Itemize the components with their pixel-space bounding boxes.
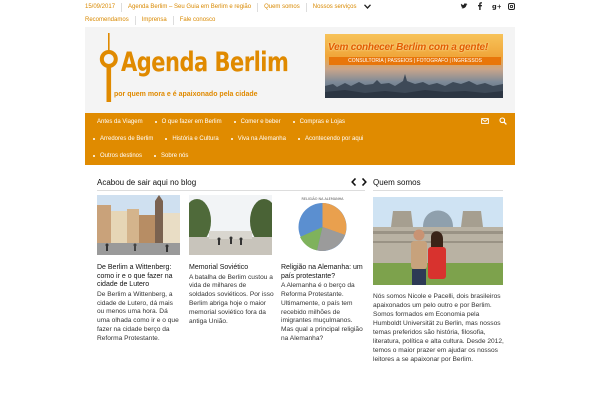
nav-item-label: Antes da Viagem [97,118,143,125]
nav-item-comer-e-beber[interactable]: Comer e beber [226,119,285,125]
social-links: g+ [460,2,515,11]
banner-services: CONSULTORIA | PASSEIOS | FOTOGRAFO | ING… [329,57,501,65]
divider [97,190,365,191]
google-plus-icon[interactable]: g+ [492,2,502,11]
post-title[interactable]: Memorial Soviético [189,264,274,273]
post-excerpt: A batalha de Berlim custou a vida de mil… [189,273,274,325]
chevron-left-icon[interactable] [351,177,357,187]
blog-post-card: De Berlim a Wittenberg: como ir e o que … [97,195,182,344]
site-logo[interactable]: Agenda Berlim por quem mora e é apaixona… [97,33,289,107]
nav-item-acontecendo[interactable]: Acontecendo por aqui [290,136,367,142]
nav-item-compras[interactable]: Compras e Lojas [285,119,349,125]
about-us-text: Nós somos Nicole e Pacelli, dois brasile… [373,293,504,363]
mail-icon[interactable] [481,117,489,125]
blog-post-card: RELIGIÃO NA ALEMANHA Religião na Alemanh… [281,195,366,344]
about-us-photo [373,197,503,285]
post-title[interactable]: De Berlim a Wittenberg: como ir e o que … [97,264,182,290]
top-menu-imprensa[interactable]: Imprensa [142,17,173,23]
chevron-right-icon[interactable] [361,177,367,187]
post-thumbnail[interactable]: RELIGIÃO NA ALEMANHA [281,195,364,255]
divider [121,2,123,12]
nav-item-viva-na-alemanha[interactable]: Viva na Alemanha [223,136,290,142]
services-banner[interactable]: Vem conhecer Berlim com a gente! CONSULT… [325,34,503,98]
nav-item-label: Compras e Lojas [299,118,346,125]
top-menu-nossos-servicos[interactable]: Nossos serviços [313,4,363,10]
search-icon[interactable] [499,117,507,125]
sidebar-title: Quem somos [373,178,421,187]
post-excerpt: De Berlim a Wittenberg, a cidade de Lute… [97,290,179,342]
instagram-icon[interactable] [508,2,515,10]
divider [373,190,503,191]
logo-tagline: por quem mora e é apaixonado pela cidade [114,91,258,98]
nav-item-label: Arredores de Berlim [100,135,154,142]
nav-item-sobre-nos[interactable]: Sobre nós [146,153,192,159]
post-excerpt: A Alemanha é o berço da Reforma Protesta… [281,282,363,342]
post-thumbnail[interactable] [189,195,272,255]
post-title[interactable]: Religião na Alemanha: um país protestant… [281,264,366,281]
divider [305,2,307,12]
post-thumbnail[interactable] [97,195,180,255]
nav-item-label: Comer e beber [240,118,281,125]
nav-item-historia[interactable]: História e Cultura [157,136,222,142]
top-bar: 15/09/2017 Agenda Berlim – Seu Guia em B… [85,0,515,27]
date-label: 15/09/2017 [85,4,116,10]
nav-item-label: História e Cultura [172,135,219,142]
chevron-down-icon[interactable] [364,3,372,11]
nav-item-label: Outros destinos [100,152,143,159]
top-menu-quem-somos[interactable]: Quem somos [264,4,306,10]
nav-item-label: Acontecendo por aqui [304,135,364,142]
nav-item-arredores[interactable]: Arredores de Berlim [85,136,157,142]
svg-text:g+: g+ [492,3,501,11]
top-menu-recomendamos[interactable]: Recomendamos [85,17,135,23]
main-nav: Antes da Viagem O que fazer em Berlim Co… [85,113,515,165]
twitter-icon[interactable] [460,2,468,10]
thumbnail-chart-caption: RELIGIÃO NA ALEMANHA [302,196,345,201]
section-title: Acabou de sair aqui no blog [97,178,197,187]
nav-item-label: O que fazer em Berlim [161,118,222,125]
divider [172,15,174,25]
site-name-link[interactable]: Agenda Berlim – Seu Guia em Berlim e reg… [128,4,257,10]
nav-item-o-que-fazer[interactable]: O que fazer em Berlim [147,119,226,125]
top-menu-fale-conosco[interactable]: Fale conosco [180,17,222,23]
facebook-icon[interactable] [476,2,484,11]
carousel-controls [351,177,367,187]
nav-item-antes-da-viagem[interactable]: Antes da Viagem [85,119,147,125]
blog-post-card: Memorial Soviético A batalha de Berlim c… [189,195,274,326]
banner-title: Vem conhecer Berlim com a gente! [328,42,488,53]
nav-item-label: Sobre nós [161,152,189,159]
logo-name: Agenda Berlim [121,47,289,77]
divider [257,2,259,12]
city-skyline-image [325,74,503,98]
nav-item-outros-destinos[interactable]: Outros destinos [85,153,146,159]
divider [134,15,136,25]
nav-item-label: Viva na Alemanha [237,135,286,142]
site-header: Agenda Berlim por quem mora e é apaixona… [85,27,515,113]
